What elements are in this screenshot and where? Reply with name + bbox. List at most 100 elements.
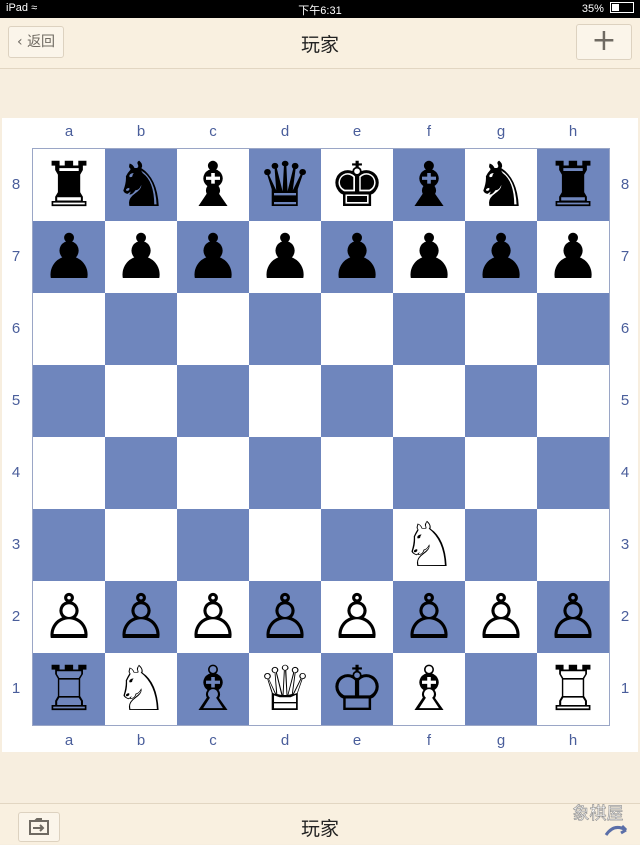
square-e1[interactable]: ♔ <box>321 653 393 725</box>
chess-board[interactable]: ♜ ♞ ♝ ♛ ♚ ♝ ♞ ♜ ♟ ♟ ♟ ♟ ♟ ♟ ♟ ♟ ♘ ♙ ♙ ♙ ♙ ♙ ♙ ♙ ♙ ♖ ♘ ♗ ♕ ♔ ♗ ♖ <box>32 148 610 726</box>
square-g5[interactable] <box>465 365 537 437</box>
white-pawn-piece[interactable]: ♙ <box>249 581 321 653</box>
square-a7[interactable]: ♟ <box>33 221 105 293</box>
square-d7[interactable]: ♟ <box>249 221 321 293</box>
square-c4[interactable] <box>177 437 249 509</box>
square-d6[interactable] <box>249 293 321 365</box>
black-knight-piece[interactable]: ♞ <box>105 149 177 221</box>
black-rook-piece[interactable]: ♜ <box>537 149 609 221</box>
black-bishop-piece[interactable]: ♝ <box>177 149 249 221</box>
square-h1[interactable]: ♖ <box>537 653 609 725</box>
square-e4[interactable] <box>321 437 393 509</box>
square-a4[interactable] <box>33 437 105 509</box>
white-pawn-piece[interactable]: ♙ <box>537 581 609 653</box>
square-c1[interactable]: ♗ <box>177 653 249 725</box>
black-knight-piece[interactable]: ♞ <box>465 149 537 221</box>
square-f8[interactable]: ♝ <box>393 149 465 221</box>
square-e2[interactable]: ♙ <box>321 581 393 653</box>
square-d5[interactable] <box>249 365 321 437</box>
black-rook-piece[interactable]: ♜ <box>33 149 105 221</box>
square-a1[interactable]: ♖ <box>33 653 105 725</box>
black-pawn-piece[interactable]: ♟ <box>537 221 609 293</box>
square-f4[interactable] <box>393 437 465 509</box>
white-pawn-piece[interactable]: ♙ <box>105 581 177 653</box>
square-c8[interactable]: ♝ <box>177 149 249 221</box>
square-f5[interactable] <box>393 365 465 437</box>
square-f7[interactable]: ♟ <box>393 221 465 293</box>
square-a3[interactable] <box>33 509 105 581</box>
square-f6[interactable] <box>393 293 465 365</box>
square-a2[interactable]: ♙ <box>33 581 105 653</box>
square-g2[interactable]: ♙ <box>465 581 537 653</box>
add-button[interactable]: + <box>576 24 632 60</box>
square-b6[interactable] <box>105 293 177 365</box>
square-g8[interactable]: ♞ <box>465 149 537 221</box>
square-h3[interactable] <box>537 509 609 581</box>
white-pawn-piece[interactable]: ♙ <box>465 581 537 653</box>
white-pawn-piece[interactable]: ♙ <box>33 581 105 653</box>
square-b1[interactable]: ♘ <box>105 653 177 725</box>
black-pawn-piece[interactable]: ♟ <box>393 221 465 293</box>
square-g1[interactable] <box>465 653 537 725</box>
black-queen-piece[interactable]: ♛ <box>249 149 321 221</box>
square-b4[interactable] <box>105 437 177 509</box>
square-h8[interactable]: ♜ <box>537 149 609 221</box>
square-e5[interactable] <box>321 365 393 437</box>
square-e3[interactable] <box>321 509 393 581</box>
square-g6[interactable] <box>465 293 537 365</box>
square-g3[interactable] <box>465 509 537 581</box>
black-pawn-piece[interactable]: ♟ <box>105 221 177 293</box>
square-g7[interactable]: ♟ <box>465 221 537 293</box>
square-f2[interactable]: ♙ <box>393 581 465 653</box>
square-b3[interactable] <box>105 509 177 581</box>
rank-label-4-right: 4 <box>620 464 630 481</box>
white-bishop-piece[interactable]: ♗ <box>177 653 249 725</box>
square-f1[interactable]: ♗ <box>393 653 465 725</box>
square-c2[interactable]: ♙ <box>177 581 249 653</box>
square-a5[interactable] <box>33 365 105 437</box>
white-pawn-piece[interactable]: ♙ <box>321 581 393 653</box>
black-pawn-piece[interactable]: ♟ <box>465 221 537 293</box>
square-c6[interactable] <box>177 293 249 365</box>
square-c5[interactable] <box>177 365 249 437</box>
square-b2[interactable]: ♙ <box>105 581 177 653</box>
square-b7[interactable]: ♟ <box>105 221 177 293</box>
white-knight-piece[interactable]: ♘ <box>393 509 465 581</box>
white-rook-piece[interactable]: ♖ <box>33 653 105 725</box>
square-e8[interactable]: ♚ <box>321 149 393 221</box>
square-e7[interactable]: ♟ <box>321 221 393 293</box>
square-a8[interactable]: ♜ <box>33 149 105 221</box>
white-king-piece[interactable]: ♔ <box>321 653 393 725</box>
black-king-piece[interactable]: ♚ <box>321 149 393 221</box>
white-bishop-piece[interactable]: ♗ <box>393 653 465 725</box>
white-queen-piece[interactable]: ♕ <box>249 653 321 725</box>
square-d1[interactable]: ♕ <box>249 653 321 725</box>
square-g4[interactable] <box>465 437 537 509</box>
square-b8[interactable]: ♞ <box>105 149 177 221</box>
square-h2[interactable]: ♙ <box>537 581 609 653</box>
square-a6[interactable] <box>33 293 105 365</box>
square-f3[interactable]: ♘ <box>393 509 465 581</box>
square-b5[interactable] <box>105 365 177 437</box>
black-pawn-piece[interactable]: ♟ <box>321 221 393 293</box>
white-pawn-piece[interactable]: ♙ <box>393 581 465 653</box>
square-h4[interactable] <box>537 437 609 509</box>
square-d2[interactable]: ♙ <box>249 581 321 653</box>
black-pawn-piece[interactable]: ♟ <box>249 221 321 293</box>
black-pawn-piece[interactable]: ♟ <box>33 221 105 293</box>
square-d3[interactable] <box>249 509 321 581</box>
page-title: 玩家 <box>300 34 339 56</box>
square-d4[interactable] <box>249 437 321 509</box>
black-pawn-piece[interactable]: ♟ <box>177 221 249 293</box>
white-knight-piece[interactable]: ♘ <box>105 653 177 725</box>
square-d8[interactable]: ♛ <box>249 149 321 221</box>
white-rook-piece[interactable]: ♖ <box>537 653 609 725</box>
black-bishop-piece[interactable]: ♝ <box>393 149 465 221</box>
square-e6[interactable] <box>321 293 393 365</box>
white-pawn-piece[interactable]: ♙ <box>177 581 249 653</box>
square-c3[interactable] <box>177 509 249 581</box>
square-c7[interactable]: ♟ <box>177 221 249 293</box>
square-h6[interactable] <box>537 293 609 365</box>
square-h7[interactable]: ♟ <box>537 221 609 293</box>
square-h5[interactable] <box>537 365 609 437</box>
